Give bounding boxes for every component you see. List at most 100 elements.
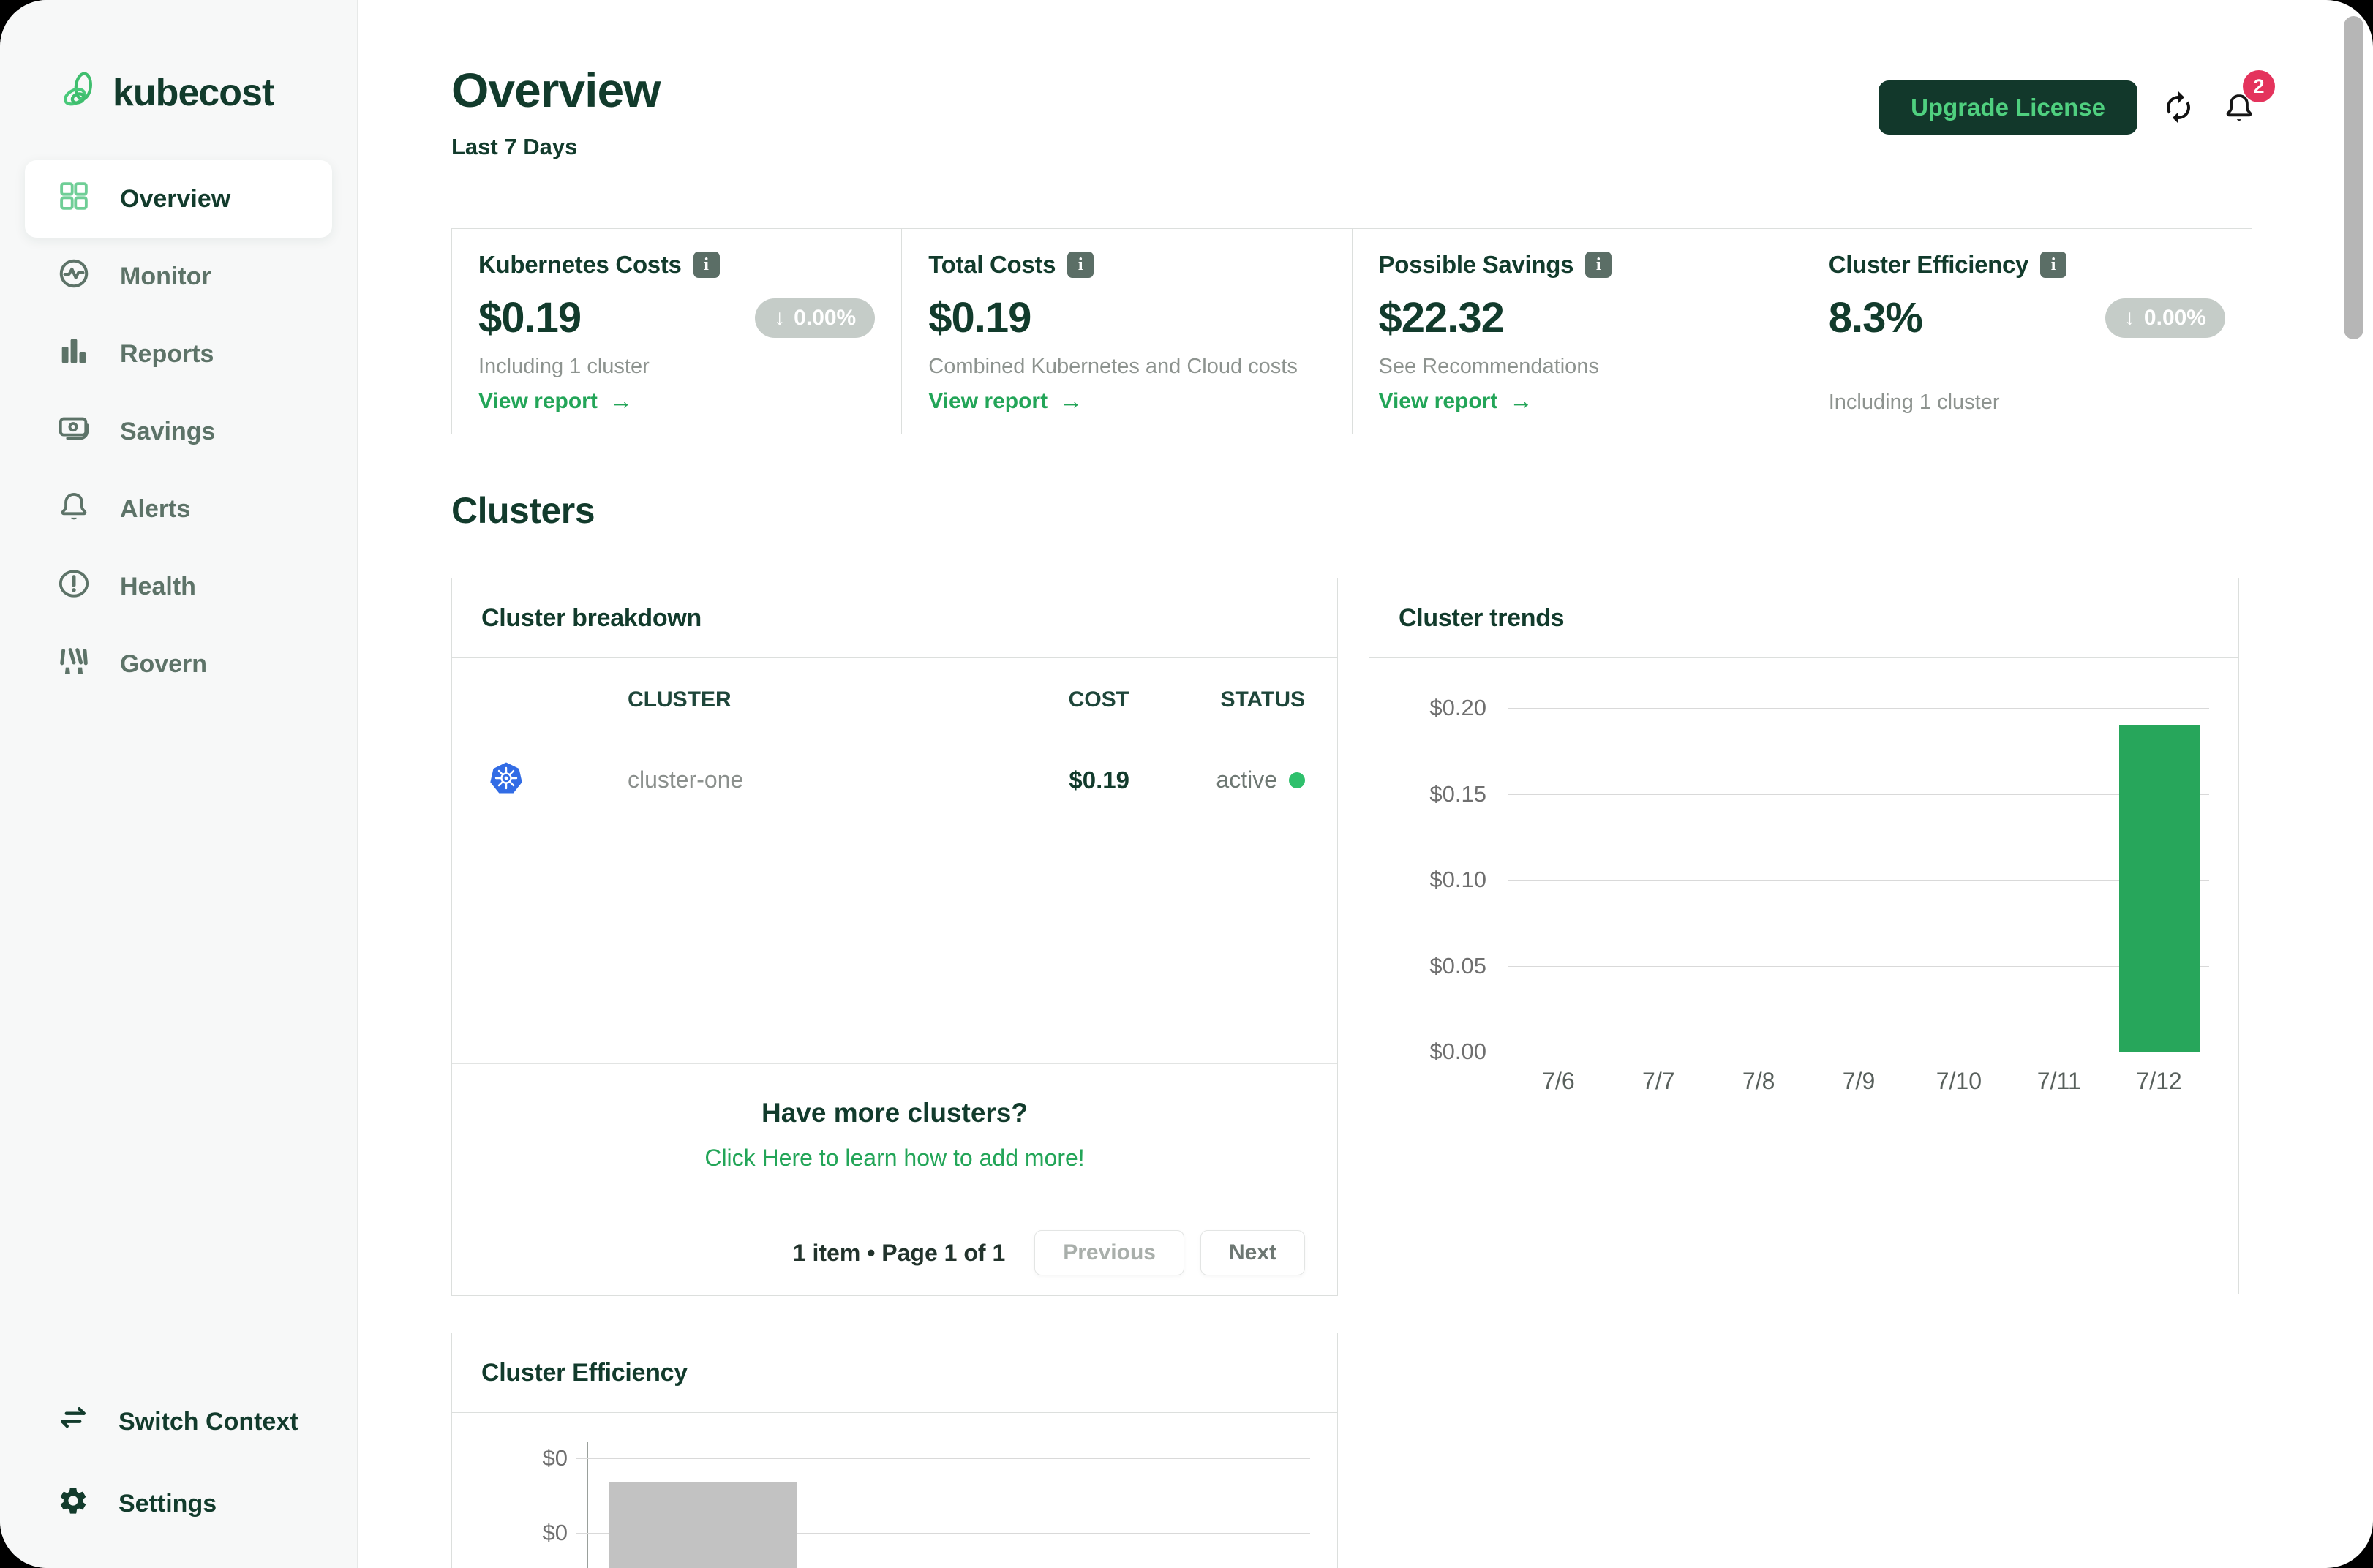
stat-value: 8.3% bbox=[1828, 294, 1923, 342]
stat-cards-row: Kubernetes Costs i $0.19 ↓ 0.00% Includi… bbox=[451, 228, 2252, 434]
cluster-breakdown-panel: Cluster breakdown CLUSTER COST STATUS cl… bbox=[451, 578, 1338, 1296]
kubernetes-icon bbox=[489, 761, 628, 799]
stat-value: $22.32 bbox=[1378, 294, 1505, 342]
kubecost-logo-text: kubecost bbox=[113, 71, 274, 114]
add-clusters-cta: Have more clusters? Click Here to learn … bbox=[452, 1064, 1337, 1210]
gear-icon bbox=[57, 1485, 89, 1523]
trend-badge: ↓ 0.00% bbox=[755, 298, 876, 338]
previous-page-button[interactable]: Previous bbox=[1034, 1230, 1184, 1275]
clusters-panels-row: Cluster breakdown CLUSTER COST STATUS cl… bbox=[451, 578, 2373, 1296]
cluster-efficiency-chart: $0 $0 bbox=[452, 1413, 1337, 1568]
add-clusters-link[interactable]: Click Here to learn how to add more! bbox=[452, 1145, 1337, 1172]
cluster-trends-panel: Cluster trends $0.20 $0.15 $0.10 $0.05 $0.00… bbox=[1369, 578, 2239, 1294]
trend-badge: ↓ 0.00% bbox=[2105, 298, 2225, 338]
alert-circle-icon bbox=[57, 567, 91, 607]
column-header-status: STATUS bbox=[1220, 687, 1305, 712]
info-icon[interactable]: i bbox=[1067, 252, 1094, 278]
sidebar-item-label: Health bbox=[120, 572, 196, 600]
stat-title: Total Costs bbox=[928, 251, 1056, 278]
switch-context-label: Switch Context bbox=[119, 1407, 298, 1436]
pagination: 1 item • Page 1 of 1 Previous Next bbox=[452, 1210, 1337, 1295]
x-axis-tick-label: 7/11 bbox=[2037, 1068, 2081, 1094]
cluster-efficiency-title: Cluster Efficiency bbox=[452, 1333, 1337, 1413]
info-icon[interactable]: i bbox=[693, 252, 720, 278]
stat-value: $0.19 bbox=[928, 294, 1031, 342]
arrow-right-icon: → bbox=[1509, 388, 1533, 414]
table-header-row: CLUSTER COST STATUS bbox=[452, 658, 1337, 742]
stat-card-total-costs: Total Costs i $0.19 Combined Kubernetes … bbox=[901, 228, 1353, 434]
sidebar-item-label: Savings bbox=[120, 417, 216, 445]
bell-icon bbox=[2222, 94, 2256, 127]
info-icon[interactable]: i bbox=[2040, 252, 2067, 278]
sidebar-item-savings[interactable]: Savings bbox=[25, 393, 332, 470]
bar-chart-icon bbox=[57, 334, 91, 374]
sidebar-item-alerts[interactable]: Alerts bbox=[25, 470, 332, 548]
sidebar-item-reports[interactable]: Reports bbox=[25, 315, 332, 393]
sidebar-item-health[interactable]: Health bbox=[25, 548, 332, 625]
settings-button[interactable]: Settings bbox=[25, 1471, 332, 1536]
gridline bbox=[1508, 708, 2209, 709]
stat-subtitle: Including 1 cluster bbox=[1828, 391, 2000, 414]
sidebar: kubecost Overview Monitor Reports Saving… bbox=[0, 0, 358, 1568]
trend-bar bbox=[2118, 725, 2200, 1052]
column-header-cluster: CLUSTER bbox=[628, 687, 732, 712]
sidebar-item-label: Monitor bbox=[120, 262, 211, 290]
kubecost-logo[interactable]: kubecost bbox=[0, 0, 357, 115]
sidebar-item-monitor[interactable]: Monitor bbox=[25, 238, 332, 315]
stat-title: Cluster Efficiency bbox=[1828, 251, 2029, 278]
view-report-link[interactable]: View report → bbox=[1379, 388, 1775, 415]
pagination-summary: 1 item • Page 1 of 1 bbox=[792, 1239, 1006, 1266]
info-icon[interactable]: i bbox=[1585, 252, 1612, 278]
sidebar-item-label: Alerts bbox=[120, 494, 191, 523]
sidebar-item-label: Govern bbox=[120, 649, 208, 678]
x-axis-tick-label: 7/9 bbox=[1842, 1068, 1876, 1094]
y-axis-line bbox=[587, 1442, 588, 1568]
stat-card-possible-savings: Possible Savings i $22.32 See Recommenda… bbox=[1351, 228, 1802, 434]
view-report-link[interactable]: View report → bbox=[478, 388, 875, 415]
kubecost-logo-icon bbox=[59, 70, 99, 115]
sidebar-item-govern[interactable]: Govern bbox=[25, 625, 332, 703]
page-title: Overview bbox=[451, 63, 661, 117]
clusters-section-heading: Clusters bbox=[451, 490, 595, 531]
x-axis-tick-label: 7/6 bbox=[1542, 1068, 1575, 1094]
y-axis-tick-label: $0.20 bbox=[1429, 695, 1486, 720]
notifications-button[interactable]: 2 bbox=[2222, 70, 2275, 127]
stat-subtitle: See Recommendations bbox=[1378, 355, 1599, 378]
arrow-down-icon: ↓ bbox=[2124, 305, 2135, 330]
sidebar-footer: Switch Context Settings bbox=[25, 1390, 332, 1536]
stat-card-kubernetes-costs: Kubernetes Costs i $0.19 ↓ 0.00% Includi… bbox=[451, 228, 903, 434]
arrow-down-icon: ↓ bbox=[774, 305, 786, 330]
arrow-right-icon: → bbox=[609, 388, 633, 414]
kubecost-app-window: kubecost Overview Monitor Reports Saving… bbox=[0, 0, 2373, 1568]
stat-card-cluster-efficiency: Cluster Efficiency i 8.3% ↓ 0.00% Includ… bbox=[1801, 228, 2252, 434]
sidebar-item-label: Reports bbox=[120, 339, 214, 368]
page-header: Overview Last 7 Days Upgrade License 2 bbox=[451, 0, 2373, 161]
stat-title: Possible Savings bbox=[1378, 251, 1574, 278]
upgrade-license-button[interactable]: Upgrade License bbox=[1879, 80, 2137, 135]
cluster-cost: $0.19 bbox=[1069, 766, 1129, 794]
efficiency-bar bbox=[609, 1482, 797, 1568]
refresh-button[interactable] bbox=[2161, 90, 2196, 125]
cluster-trends-chart: $0.20 $0.15 $0.10 $0.05 $0.00 7/6 7/7 7/8 7/9 7/1… bbox=[1369, 658, 2238, 1294]
table-row[interactable]: cluster-one $0.19 active bbox=[452, 742, 1337, 818]
bell-icon bbox=[57, 489, 91, 529]
y-axis-tick-label: $0.05 bbox=[1429, 952, 1486, 979]
refresh-icon bbox=[2161, 91, 2196, 127]
cluster-efficiency-panel: Cluster Efficiency $0 $0 bbox=[451, 1333, 1338, 1568]
vertical-scrollbar-thumb[interactable] bbox=[2344, 16, 2363, 339]
next-page-button[interactable]: Next bbox=[1200, 1230, 1305, 1275]
cluster-trends-title: Cluster trends bbox=[1369, 578, 2238, 658]
gridline bbox=[1508, 794, 2209, 795]
sidebar-item-overview[interactable]: Overview bbox=[25, 160, 332, 238]
gridline bbox=[576, 1458, 1310, 1459]
arrow-right-icon: → bbox=[1059, 388, 1083, 414]
y-axis-tick-label: $0 bbox=[542, 1520, 568, 1545]
gavel-icon bbox=[57, 644, 91, 685]
y-axis-tick-label: $0 bbox=[542, 1445, 568, 1471]
view-report-link[interactable]: View report → bbox=[928, 388, 1325, 415]
main-content: Overview Last 7 Days Upgrade License 2 K… bbox=[358, 0, 2373, 1568]
swap-arrows-icon bbox=[57, 1403, 89, 1441]
cluster-breakdown-title: Cluster breakdown bbox=[452, 578, 1337, 658]
switch-context-button[interactable]: Switch Context bbox=[25, 1390, 332, 1454]
x-axis-tick-label: 7/10 bbox=[1936, 1068, 1982, 1094]
